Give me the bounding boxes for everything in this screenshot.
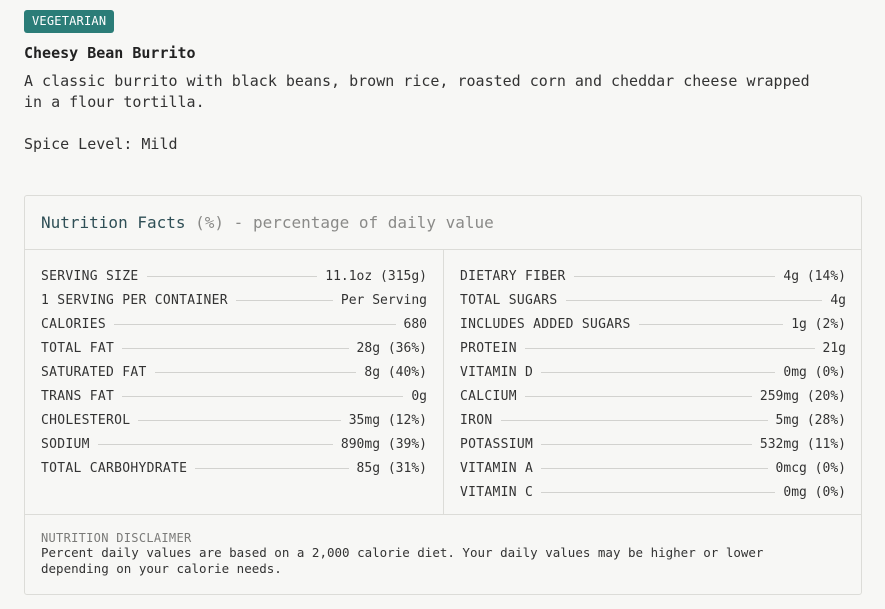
nutrition-row: TOTAL FAT 28g (36%)	[41, 336, 427, 360]
leader-line	[638, 323, 784, 325]
disclaimer-text: Percent daily values are based on a 2,00…	[41, 545, 764, 576]
nutrition-column-right: DIETARY FIBER 4g (14%) TOTAL SUGARS 4g INC…	[460, 264, 846, 504]
nutrition-value: 28g (36%)	[356, 340, 427, 356]
leader-line	[97, 443, 333, 445]
nutrition-value: 890mg (39%)	[340, 436, 427, 452]
leader-line	[541, 443, 752, 445]
nutrition-row: SATURATED FAT 8g (40%)	[41, 360, 427, 384]
nutrition-label: VITAMIN A	[460, 460, 534, 476]
nutrition-value: 0mg (0%)	[783, 484, 846, 500]
nutrition-label: INCLUDES ADDED SUGARS	[460, 316, 631, 332]
nutrition-column-left: SERVING SIZE 11.1oz (315g) 1 SERVING PER …	[41, 264, 427, 480]
nutrition-label: CALCIUM	[460, 388, 517, 404]
disclaimer-title: NUTRITION DISCLAIMER	[41, 531, 192, 545]
leader-line	[524, 395, 752, 397]
nutrition-value: 680	[403, 316, 427, 332]
nutrition-value: 85g (31%)	[356, 460, 427, 476]
leader-line	[541, 371, 776, 373]
dish-title: Cheesy Bean Burrito	[24, 44, 196, 62]
nutrition-value: 532mg (11%)	[759, 436, 846, 452]
nutrition-row: IRON 5mg (28%)	[460, 408, 846, 432]
nutrition-value: 1g (2%)	[791, 316, 846, 332]
nutrition-value: 11.1oz (315g)	[325, 268, 427, 284]
nutrition-row: DIETARY FIBER 4g (14%)	[460, 264, 846, 288]
nutrition-value: 8g (40%)	[364, 364, 427, 380]
nutrition-row: TOTAL CARBOHYDRATE 85g (31%)	[41, 456, 427, 480]
nutrition-value: 0mcg (0%)	[775, 460, 846, 476]
column-divider	[443, 250, 444, 514]
leader-line	[146, 275, 318, 277]
nutrition-facts-body: SERVING SIZE 11.1oz (315g) 1 SERVING PER …	[25, 250, 861, 515]
nutrition-label: VITAMIN D	[460, 364, 534, 380]
nutrition-value: 259mg (20%)	[759, 388, 846, 404]
nutrition-value: 4g (14%)	[783, 268, 846, 284]
leader-line	[524, 347, 815, 349]
nutrition-value: 5mg (28%)	[775, 412, 846, 428]
nutrition-value: 21g	[822, 340, 846, 356]
nutrition-label: SODIUM	[41, 436, 90, 452]
nutrition-label: POTASSIUM	[460, 436, 534, 452]
nutrition-card: Nutrition Facts (%) - percentage of dail…	[24, 195, 862, 595]
leader-line	[154, 371, 357, 373]
nutrition-label: TOTAL CARBOHYDRATE	[41, 460, 188, 476]
nutrition-row: CALORIES 680	[41, 312, 427, 336]
nutrition-value: 0g	[411, 388, 427, 404]
nutrition-row: TOTAL SUGARS 4g	[460, 288, 846, 312]
nutrition-value: Per Serving	[340, 292, 427, 308]
dish-description: A classic burrito with black beans, brow…	[24, 72, 810, 111]
nutrition-header-subtitle: (%) - percentage of daily value	[195, 213, 494, 232]
leader-line	[500, 419, 768, 421]
nutrition-row: PROTEIN 21g	[460, 336, 846, 360]
nutrition-row: SODIUM 890mg (39%)	[41, 432, 427, 456]
nutrition-row: VITAMIN D 0mg (0%)	[460, 360, 846, 384]
nutrition-row: VITAMIN C 0mg (0%)	[460, 480, 846, 504]
nutrition-label: TOTAL FAT	[41, 340, 115, 356]
nutrition-row: CHOLESTEROL 35mg (12%)	[41, 408, 427, 432]
nutrition-row: CALCIUM 259mg (20%)	[460, 384, 846, 408]
nutrition-header-title: Nutrition Facts	[41, 213, 186, 232]
leader-line	[195, 467, 349, 469]
nutrition-row: INCLUDES ADDED SUGARS 1g (2%)	[460, 312, 846, 336]
leader-line	[122, 347, 349, 349]
leader-line	[122, 395, 404, 397]
nutrition-label: SERVING SIZE	[41, 268, 139, 284]
nutrition-label: SATURATED FAT	[41, 364, 147, 380]
nutrition-row: TRANS FAT 0g	[41, 384, 427, 408]
nutrition-label: CHOLESTEROL	[41, 412, 131, 428]
leader-line	[541, 491, 776, 493]
leader-line	[565, 299, 823, 301]
leader-line	[138, 419, 341, 421]
nutrition-header: Nutrition Facts (%) - percentage of dail…	[25, 196, 861, 250]
nutrition-row: 1 SERVING PER CONTAINER Per Serving	[41, 288, 427, 312]
nutrition-label: TRANS FAT	[41, 388, 115, 404]
spice-level: Spice Level: Mild	[24, 135, 178, 153]
nutrition-row: SERVING SIZE 11.1oz (315g)	[41, 264, 427, 288]
nutrition-label: DIETARY FIBER	[460, 268, 566, 284]
nutrition-row: POTASSIUM 532mg (11%)	[460, 432, 846, 456]
nutrition-label: VITAMIN C	[460, 484, 534, 500]
nutrition-label: TOTAL SUGARS	[460, 292, 558, 308]
nutrition-value: 4g	[830, 292, 846, 308]
nutrition-value: 35mg (12%)	[348, 412, 427, 428]
nutrition-label: IRON	[460, 412, 493, 428]
nutrition-label: CALORIES	[41, 316, 107, 332]
vegetarian-badge: VEGETARIAN	[24, 10, 115, 33]
nutrition-label: 1 SERVING PER CONTAINER	[41, 292, 228, 308]
nutrition-label: PROTEIN	[460, 340, 517, 356]
leader-line	[541, 467, 768, 469]
leader-line	[114, 323, 396, 325]
nutrition-value: 0mg (0%)	[783, 364, 846, 380]
leader-line	[573, 275, 776, 277]
nutrition-disclaimer: NUTRITION DISCLAIMER Percent daily value…	[25, 515, 861, 577]
leader-line	[235, 299, 333, 301]
nutrition-row: VITAMIN A 0mcg (0%)	[460, 456, 846, 480]
